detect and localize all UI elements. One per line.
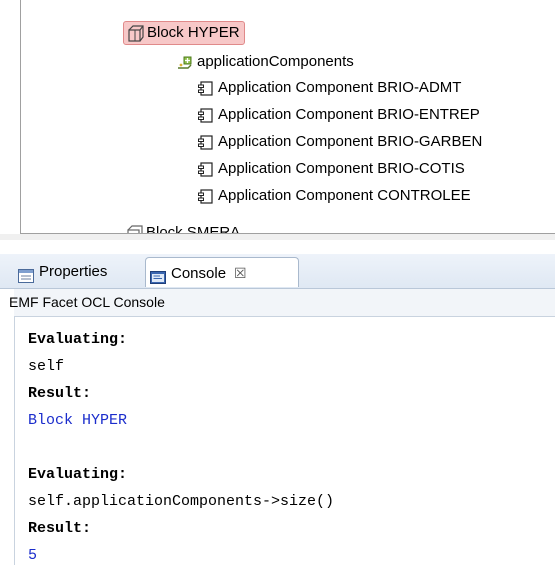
tab-label: Properties — [39, 263, 108, 280]
tree-node-label: Application Component BRIO-ADMT — [218, 79, 462, 96]
view-tab-bar: Properties Console ☒ — [0, 254, 555, 289]
tree-node-label: applicationComponents — [197, 53, 354, 70]
console-output[interactable]: Evaluating: self Result: Block HYPER Eva… — [14, 317, 555, 565]
console-title: EMF Facet OCL Console — [9, 294, 165, 310]
tab-properties[interactable]: Properties — [14, 257, 142, 287]
tree-node-application-components[interactable]: applicationComponents — [176, 51, 354, 73]
tree-node-component[interactable]: Application Component BRIO-ENTREP — [197, 104, 480, 126]
sash[interactable] — [0, 234, 555, 240]
console-line: 5 — [28, 547, 38, 564]
tree-node-label: Application Component CONTROLEE — [218, 187, 471, 204]
console-line: Evaluating: — [28, 331, 128, 348]
tree-node-block-hyper[interactable]: Block HYPER — [123, 21, 245, 45]
component-icon — [197, 185, 215, 207]
block-icon — [125, 222, 143, 233]
tree-node-label: Block SMERA — [146, 224, 241, 233]
block-icon — [126, 22, 144, 44]
component-icon — [197, 77, 215, 99]
console-title-bar: EMF Facet OCL Console — [9, 289, 555, 317]
tree-node-component[interactable]: Application Component BRIO-ADMT — [197, 77, 461, 99]
component-icon — [197, 131, 215, 153]
console-icon — [150, 266, 166, 285]
tree-node-label: Application Component BRIO-ENTREP — [218, 106, 480, 123]
tree-node-label: Application Component BRIO-COTIS — [218, 160, 465, 177]
tree-cropped-top-row — [160, 0, 350, 1]
component-icon — [197, 158, 215, 180]
console-line: self.applicationComponents->size() — [28, 493, 335, 510]
close-icon[interactable]: ☒ — [234, 258, 247, 288]
tab-console[interactable]: Console ☒ — [145, 257, 299, 287]
properties-icon — [18, 264, 34, 284]
tree-node-block-smera[interactable]: Block SMERA — [123, 222, 283, 233]
console-line: Block HYPER — [28, 412, 128, 429]
tree-node-component[interactable]: Application Component BRIO-GARBEN — [197, 131, 482, 153]
console-line: self — [28, 358, 65, 375]
tree-node-label: Block HYPER — [147, 24, 240, 41]
tab-label: Console — [171, 265, 227, 282]
console-line: Result: — [28, 385, 92, 402]
reference-icon — [176, 51, 194, 73]
tree-node-label: Application Component BRIO-GARBEN — [218, 133, 483, 150]
tree-left-border — [20, 0, 21, 234]
tree-node-component[interactable]: Application Component BRIO-COTIS — [197, 158, 465, 180]
tree-node-component[interactable]: Application Component CONTROLEE — [197, 185, 471, 207]
console-line: Result: — [28, 520, 92, 537]
component-icon — [197, 104, 215, 126]
console-line: Evaluating: — [28, 466, 128, 483]
model-tree: Block HYPER applicationComponents Applic… — [0, 0, 555, 240]
